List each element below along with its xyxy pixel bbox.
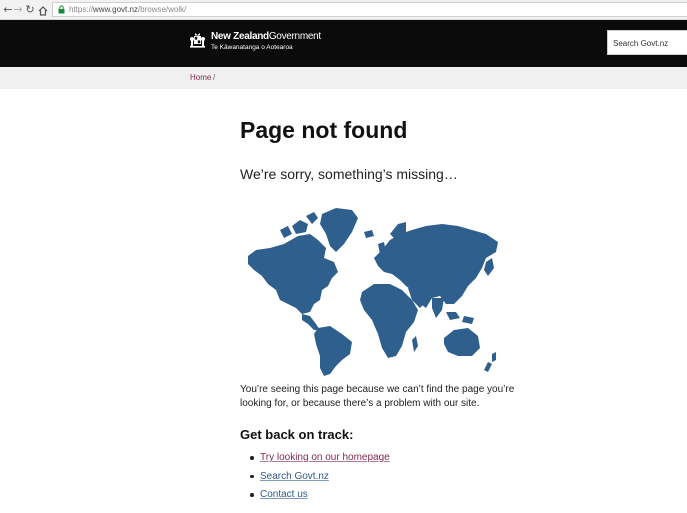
lock-icon [58,5,65,14]
search-input[interactable] [608,32,687,55]
home-icon[interactable] [37,4,49,18]
world-map-icon [248,208,498,376]
forward-arrow-icon[interactable]: → [12,3,24,17]
contact-us-link[interactable]: Contact us [260,489,308,500]
list-item: Contact us [242,488,390,507]
bullet-icon [250,493,254,497]
breadcrumb-home-link[interactable]: Home [190,73,211,83]
browser-toolbar: ← → ↻ https://www.govt.nz/browse/wolk/ [0,0,687,20]
homepage-link[interactable]: Try looking on our homepage [260,452,390,463]
coat-of-arms-icon [190,33,205,48]
url-text: https://www.govt.nz/browse/wolk/ [69,5,187,14]
breadcrumb-separator: / [213,73,216,82]
description-line-2: looking for, or because there’s a proble… [240,398,480,409]
list-item: Try looking on our homepage [242,451,390,470]
breadcrumb: Home / [0,67,687,89]
logo-title: New ZealandGovernment [211,31,321,42]
address-bar[interactable]: https://www.govt.nz/browse/wolk/ [52,2,687,17]
page-subtitle: We’re sorry, something’s missing… [240,166,458,182]
list-item: Search Govt.nz [242,470,390,489]
page-title: Page not found [240,117,408,143]
search-box [607,30,687,55]
reload-icon[interactable]: ↻ [24,3,36,17]
help-links-list: Try looking on our homepage Search Govt.… [242,451,390,507]
site-header: New ZealandGovernment Te Kāwanatanga o A… [0,20,687,67]
description-line-1: You’re seeing this page because we can’t… [240,384,515,395]
logo-subtitle: Te Kāwanatanga o Aotearoa [211,44,293,51]
track-heading: Get back on track: [240,427,354,442]
page-description: You’re seeing this page because we can’t… [240,383,530,411]
bullet-icon [250,456,254,460]
bullet-icon [250,474,254,478]
search-govt-link[interactable]: Search Govt.nz [260,471,329,482]
